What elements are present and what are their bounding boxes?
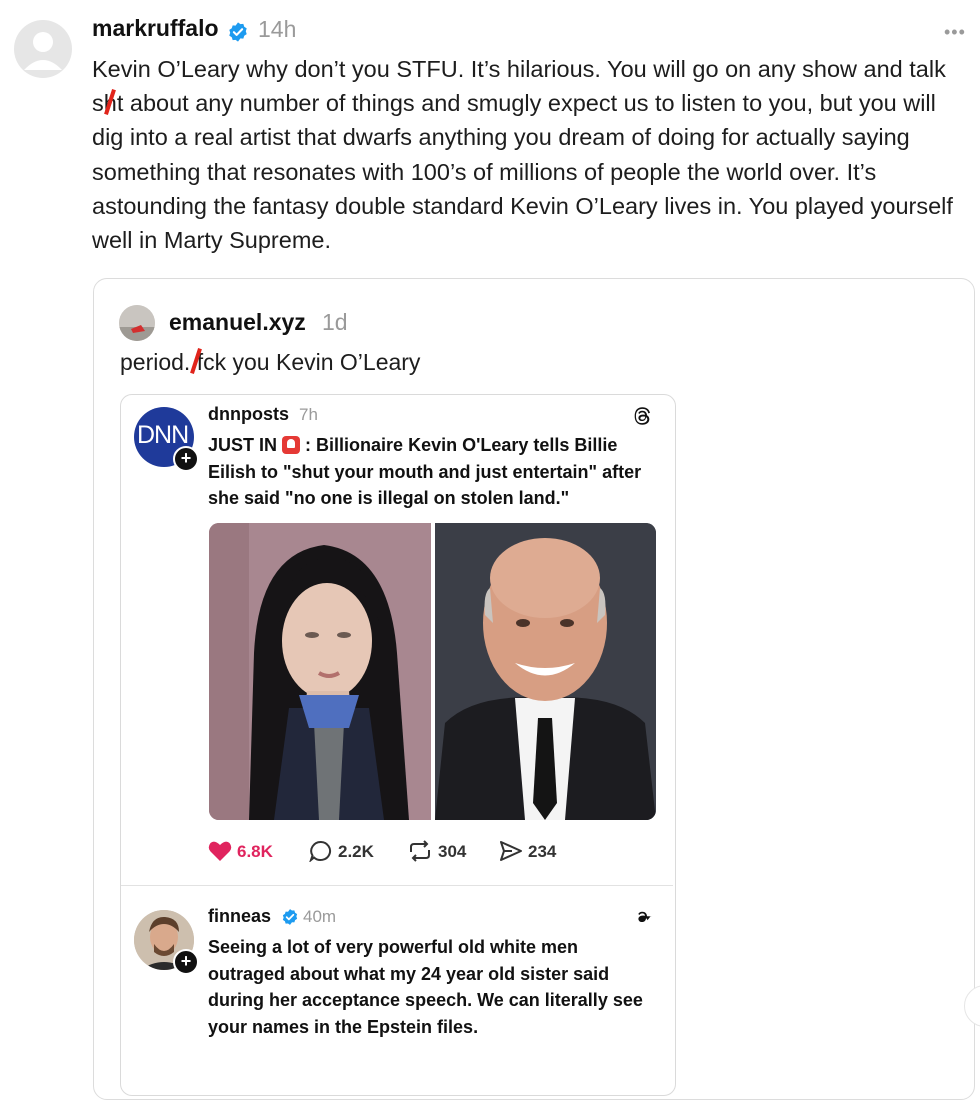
avatar-photo-icon <box>119 305 155 341</box>
like-button[interactable]: 6.8K <box>208 840 273 862</box>
dnn-logo-text: DNN <box>137 421 189 449</box>
follow-plus-icon[interactable]: + <box>173 446 199 472</box>
threads-icon <box>638 911 652 923</box>
verified-badge-icon <box>229 22 247 42</box>
verified-badge-icon <box>282 909 298 925</box>
portrait-woman-image <box>209 523 431 820</box>
quoted-post-text: period. fck you Kevin O’Leary <box>120 349 420 376</box>
like-count: 6.8K <box>237 842 273 861</box>
main-username[interactable]: markruffalo <box>92 15 219 42</box>
quoted-text-part2: ck you Kevin O’Leary <box>203 349 421 375</box>
comment-button[interactable]: 2.2K <box>308 840 374 864</box>
heart-icon <box>208 841 232 861</box>
share-icon <box>500 841 522 861</box>
portrait-man-image <box>435 523 656 820</box>
follow-plus-icon[interactable]: + <box>173 949 199 975</box>
quoted-username[interactable]: emanuel.xyz <box>169 309 306 336</box>
repost-button[interactable]: 304 <box>407 840 466 862</box>
dnn-post-text: JUST IN : Billionaire Kevin O'Leary tell… <box>208 432 658 512</box>
dnn-post-time: 7h <box>299 405 318 424</box>
main-post-time: 14h <box>258 16 297 42</box>
post-divider <box>121 885 673 886</box>
dnn-text-prefix: JUST IN <box>208 435 278 455</box>
siren-emoji-icon <box>282 436 301 454</box>
default-avatar-icon <box>24 32 62 70</box>
main-avatar[interactable] <box>14 20 72 78</box>
comment-count: 2.2K <box>338 842 374 861</box>
share-button[interactable]: 234 <box>499 840 556 862</box>
repost-icon <box>410 840 430 862</box>
quoted-post-time: 1d <box>322 309 348 335</box>
finneas-post-time: 40m <box>303 907 337 926</box>
finneas-post-text: Seeing a lot of very powerful old white … <box>208 937 643 1037</box>
finneas-username[interactable]: finneas <box>208 906 271 927</box>
kevin-oleary-photo[interactable] <box>435 523 656 820</box>
share-count: 234 <box>528 842 557 861</box>
comment-icon <box>308 840 332 864</box>
more-icon[interactable]: ••• <box>944 22 966 43</box>
billie-eilish-photo[interactable] <box>209 523 431 820</box>
dnn-username[interactable]: dnnposts <box>208 404 289 425</box>
emanuel-avatar[interactable] <box>119 305 155 341</box>
repost-count: 304 <box>438 842 467 861</box>
main-post-text: Kevin O’Leary why don’t you STFU. It’s h… <box>92 52 972 257</box>
main-post-text-part2: t about any number of things and smugly … <box>92 90 953 254</box>
threads-icon <box>634 407 650 425</box>
